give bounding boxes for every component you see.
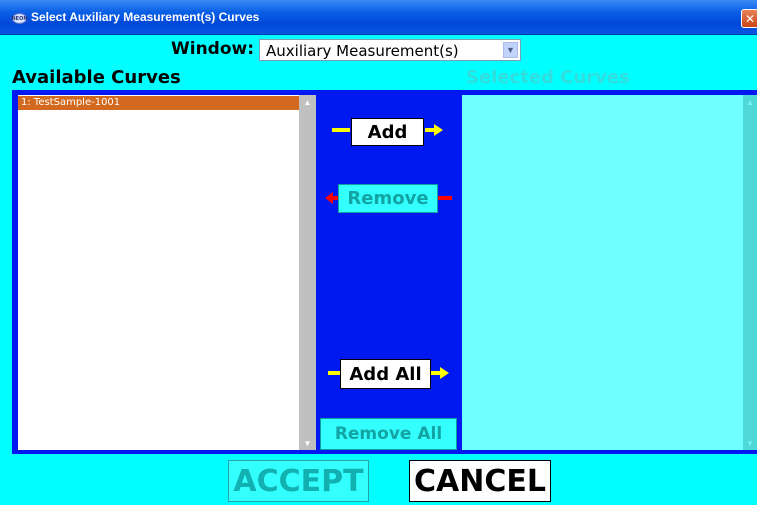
available-curves-label: Available Curves [12,67,181,88]
cancel-button[interactable]: CANCEL [409,460,551,502]
window-dropdown-value: Auxiliary Measurement(s) [266,42,459,60]
list-item[interactable]: 1: TestSample-1001 [18,96,299,110]
selected-list-scrollbar[interactable]: ▲ ▼ [743,95,757,450]
window-label: Window: [171,39,255,59]
add-arrow-left-icon [332,128,350,132]
add-all-arrow-right-icon [431,367,449,379]
available-list-scrollbar[interactable]: ▲ ▼ [299,95,316,450]
available-curves-list[interactable] [18,95,316,450]
scroll-up-icon[interactable]: ▲ [299,95,316,109]
close-icon: ✕ [744,11,756,26]
window-dropdown[interactable]: Auxiliary Measurement(s) ▼ [259,39,521,61]
window-title: Select Auxiliary Measurement(s) Curves [31,10,260,24]
selected-curves-list[interactable] [462,95,757,450]
title-bar[interactable]: NEON Select Auxiliary Measurement(s) Cur… [0,0,757,35]
add-all-button[interactable]: Add All [340,359,431,389]
remove-arrow-left-icon [325,192,339,204]
remove-arrow-right-icon [438,196,452,200]
chevron-down-icon[interactable]: ▼ [503,42,518,58]
scroll-down-icon[interactable]: ▼ [299,436,316,450]
remove-button[interactable]: Remove [338,184,438,213]
close-button[interactable]: ✕ [741,9,757,28]
add-arrow-right-icon [425,124,443,136]
selected-curves-label: Selected Curves [466,67,630,88]
dialog-window: NEON Select Auxiliary Measurement(s) Cur… [0,0,757,505]
scroll-up-icon[interactable]: ▲ [743,95,757,109]
add-button[interactable]: Add [351,118,424,146]
scroll-down-icon[interactable]: ▼ [743,436,757,450]
accept-button[interactable]: ACCEPT [228,460,369,502]
remove-all-button[interactable]: Remove All [320,418,457,450]
app-icon: NEON [11,13,28,24]
